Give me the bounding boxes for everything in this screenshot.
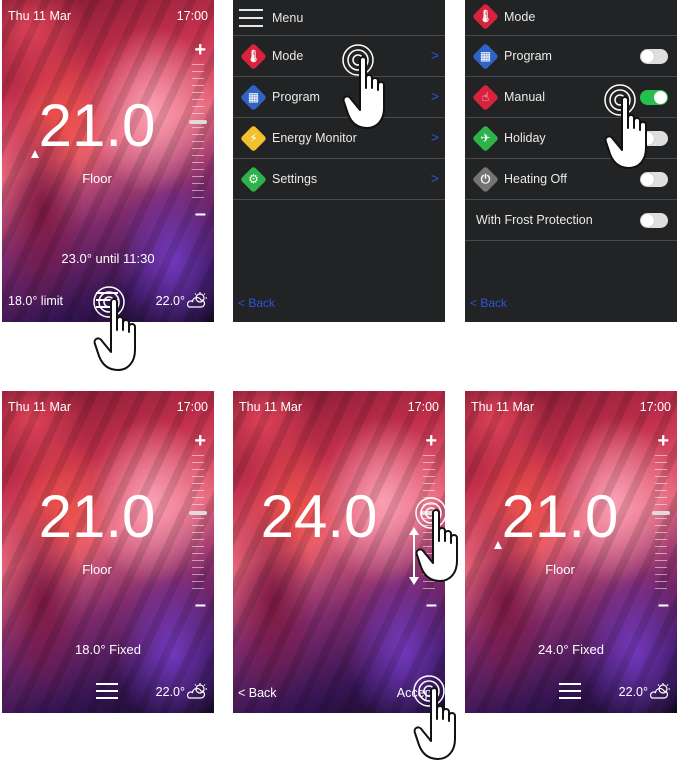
chevron-right-icon: > <box>430 88 439 104</box>
sensor-label: Floor <box>82 171 112 186</box>
temperature-scale[interactable] <box>192 455 204 589</box>
lightning-icon: ⚡︎ <box>240 125 267 152</box>
menu-item-program[interactable]: ▦ Program > <box>233 77 445 118</box>
mode-item-frost-protection[interactable]: With Frost Protection <box>465 200 677 241</box>
temperature-readout: 24.0 <box>260 483 378 550</box>
chevron-right-icon: > <box>430 170 439 186</box>
status-text: 24.0° Fixed <box>538 642 604 657</box>
time-label: 17:00 <box>407 400 439 414</box>
time-label: 17:00 <box>639 400 671 414</box>
pointing-hand-icon <box>93 298 136 371</box>
menu-title: Menu <box>272 11 304 25</box>
menu-item-settings[interactable]: ⚙︎ Settings > <box>233 159 445 200</box>
mode-title: Mode <box>504 10 536 24</box>
calendar-icon: ▦ <box>472 43 499 70</box>
chevron-right-icon: > <box>430 129 439 145</box>
limit-label: 18.0° limit <box>8 294 64 308</box>
temperature-scale[interactable] <box>192 64 204 198</box>
menu-item-label: Mode <box>272 49 304 63</box>
pointing-hand-icon <box>413 687 456 760</box>
hamburger-icon[interactable] <box>239 9 263 27</box>
mode-item-label: With Frost Protection <box>476 213 593 227</box>
date-label: Thu 11 Mar <box>8 9 71 23</box>
decrease-button[interactable]: – <box>195 595 206 615</box>
date-label: Thu 11 Mar <box>239 400 302 414</box>
menu-item-mode[interactable]: 🌡︎ Mode > <box>233 36 445 77</box>
outdoor-temperature: 22.0° <box>156 683 208 699</box>
outdoor-value: 22.0° <box>618 685 648 699</box>
back-button[interactable]: < Back <box>238 296 275 310</box>
partly-cloudy-icon <box>186 292 207 308</box>
menu-button[interactable] <box>559 683 581 699</box>
frost-protection-toggle[interactable] <box>640 213 668 228</box>
power-icon: ⏻ <box>472 166 499 193</box>
mode-item-program[interactable]: ▦ Program <box>465 36 677 77</box>
temperature-readout: 21.0 <box>38 483 156 550</box>
outdoor-temperature: 22.0° <box>156 292 208 308</box>
menu-item-label: Energy Monitor <box>272 131 357 145</box>
mode-item-label: Holiday <box>504 131 546 145</box>
increase-button[interactable]: + <box>425 431 437 451</box>
plane-icon: ✈︎ <box>472 125 499 152</box>
menu-item-energy-monitor[interactable]: ⚡︎ Energy Monitor > <box>233 118 445 159</box>
temperature-readout: 21.0 <box>501 483 619 550</box>
outdoor-value: 22.0° <box>155 685 185 699</box>
gear-icon: ⚙︎ <box>240 166 267 193</box>
thermometer-icon: 🌡︎ <box>472 3 499 30</box>
date-label: Thu 11 Mar <box>471 400 534 414</box>
outdoor-temperature: 22.0° <box>619 683 671 699</box>
time-label: 17:00 <box>176 9 208 23</box>
temperature-scale[interactable] <box>655 455 667 589</box>
program-toggle[interactable] <box>640 49 668 64</box>
mode-item-label: Manual <box>504 90 545 104</box>
pointing-hand-icon <box>604 96 647 169</box>
status-text: 23.0° until 11:30 <box>61 251 155 266</box>
partly-cloudy-icon <box>186 683 207 699</box>
increase-button[interactable]: + <box>194 40 206 60</box>
temperature-readout: 21.0 <box>38 92 156 159</box>
menu-item-label: Program <box>272 90 320 104</box>
status-text: 18.0° Fixed <box>75 642 141 657</box>
increase-button[interactable]: + <box>194 431 206 451</box>
heating-off-toggle[interactable] <box>640 172 668 187</box>
date-label: Thu 11 Mar <box>8 400 71 414</box>
sensor-label: Floor <box>545 562 575 577</box>
menu-header: Menu <box>233 0 445 36</box>
sensor-label: Floor <box>82 562 112 577</box>
manual-screen: Thu 11 Mar 17:00 + – 21.0 Floor 18.0° Fi… <box>2 391 214 713</box>
mode-item-label: Heating Off <box>504 172 568 186</box>
result-screen: Thu 11 Mar 17:00 + – 21.0 Floor 24.0° Fi… <box>465 391 677 713</box>
thermometer-icon: 🌡︎ <box>240 43 267 70</box>
pointing-hand-icon <box>342 56 385 129</box>
menu-button[interactable] <box>96 683 118 699</box>
outdoor-value: 22.0° <box>155 294 185 308</box>
decrease-button[interactable]: – <box>658 595 669 615</box>
calendar-icon: ▦ <box>240 84 267 111</box>
pointing-hand-icon <box>415 509 458 582</box>
partly-cloudy-icon <box>649 683 670 699</box>
back-button[interactable]: < Back <box>470 296 507 310</box>
mode-header: 🌡︎ Mode <box>465 0 677 36</box>
menu-item-label: Settings <box>272 172 318 186</box>
time-label: 17:00 <box>176 400 208 414</box>
mode-item-label: Program <box>504 49 552 63</box>
back-button[interactable]: < Back <box>238 686 277 700</box>
menu-screen: Menu 🌡︎ Mode > ▦ Program > ⚡︎ Energy Mon… <box>233 0 445 322</box>
decrease-button[interactable]: – <box>195 204 206 224</box>
chevron-right-icon: > <box>430 47 439 63</box>
increase-button[interactable]: + <box>657 431 669 451</box>
home-screen: Thu 11 Mar 17:00 + – 21.0 Floor 23.0° un… <box>2 0 214 322</box>
decrease-button[interactable]: – <box>426 595 437 615</box>
hand-icon: ☝︎ <box>472 84 499 111</box>
